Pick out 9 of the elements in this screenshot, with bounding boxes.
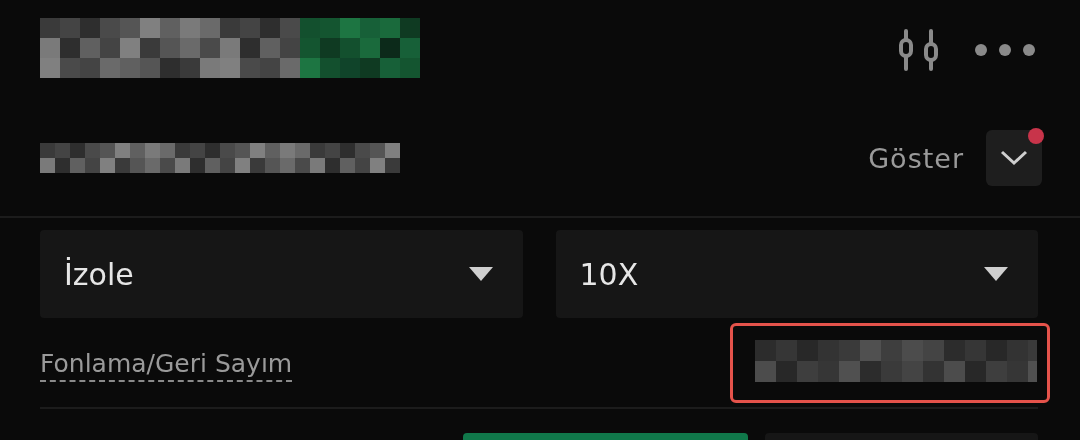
select-field[interactable]: 10X — [555, 230, 1038, 318]
more-icon[interactable] — [974, 43, 1036, 57]
funding-label[interactable]: Fonlama/Geri Sayım — [40, 348, 293, 382]
dropdown-icon — [984, 267, 1008, 281]
dropdown-button[interactable] — [986, 130, 1042, 186]
dropdown-icon — [468, 267, 493, 281]
select-field[interactable]: İzole — [40, 230, 523, 318]
show-label: Göster — [868, 142, 964, 174]
chevron-icon — [1000, 150, 1028, 166]
